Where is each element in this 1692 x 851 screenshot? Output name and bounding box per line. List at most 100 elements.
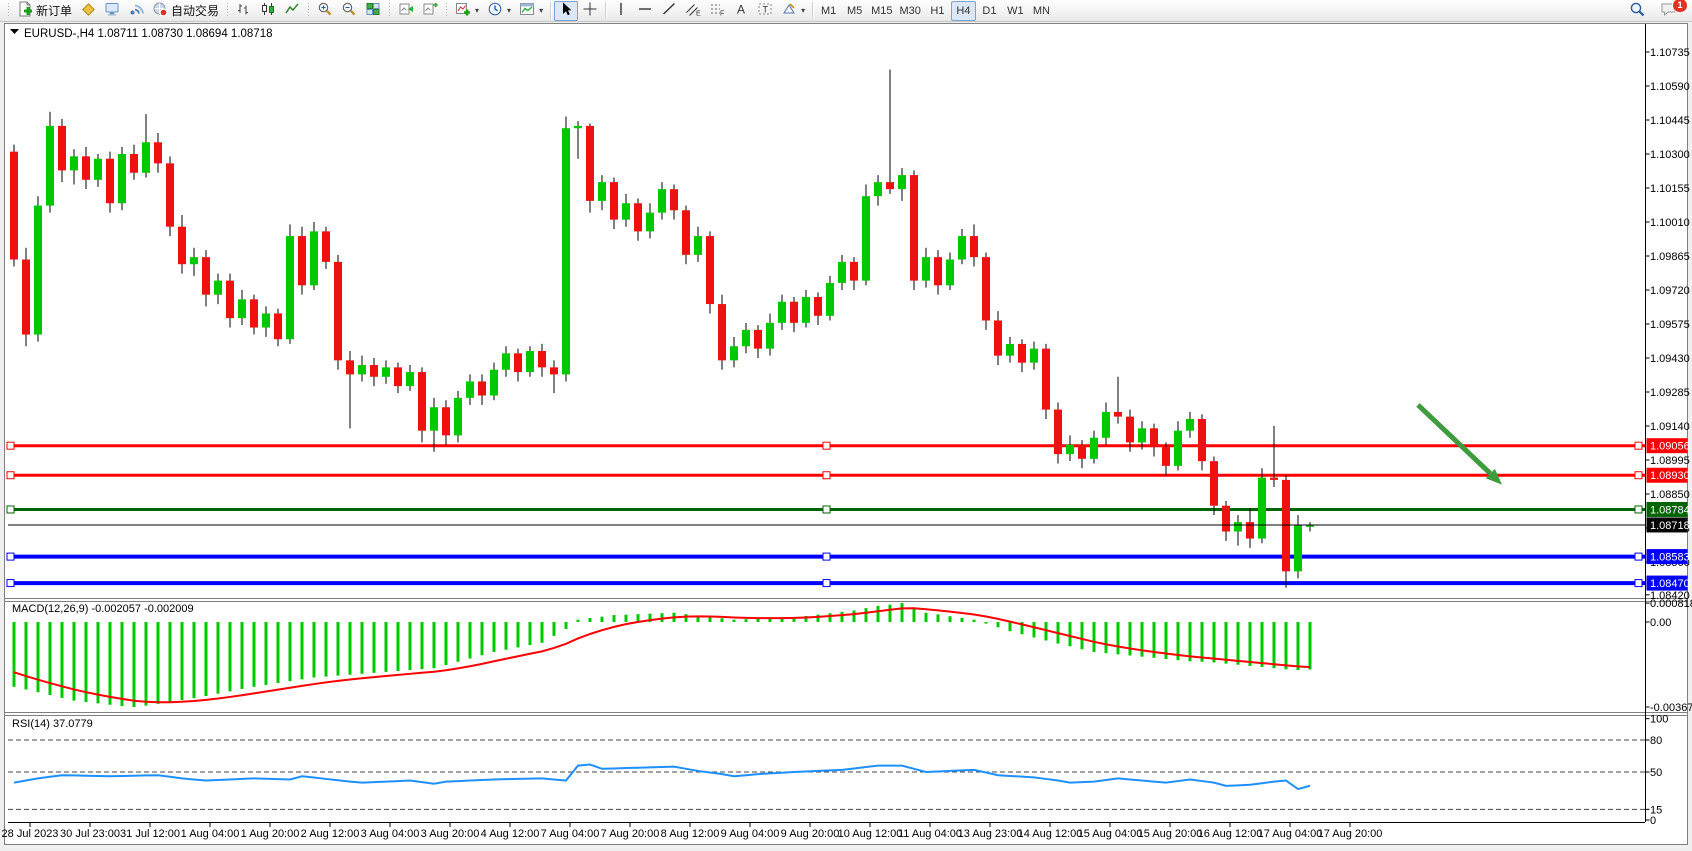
- line-handle[interactable]: [1635, 506, 1642, 513]
- candle-bull: [898, 175, 906, 189]
- time-tick-label: 31 Jul 12:00: [120, 828, 180, 840]
- templates-button[interactable]: ▾: [515, 1, 547, 21]
- indicators-button[interactable]: ▾: [451, 1, 483, 21]
- line-handle[interactable]: [1635, 580, 1642, 587]
- crosshair-icon: [582, 1, 598, 20]
- line-handle[interactable]: [1635, 472, 1642, 479]
- timeframe-mn-button[interactable]: MN: [1029, 1, 1054, 21]
- candle-bear: [226, 281, 234, 319]
- candle-bull: [310, 231, 318, 285]
- metaeditor-button[interactable]: [76, 1, 100, 21]
- line-chart-button[interactable]: [280, 1, 304, 21]
- price-level-box-label: 1.08784: [1650, 504, 1690, 516]
- timeframe-h1-button[interactable]: H1: [925, 1, 950, 21]
- horizontal-line-button[interactable]: [633, 1, 657, 21]
- rsi-label: RSI(14) 37.0779: [12, 718, 93, 730]
- chart-shift-icon: [422, 1, 438, 20]
- equidistant-channel-button[interactable]: E: [681, 1, 705, 21]
- time-tick-label: 15 Aug 20:00: [1138, 828, 1203, 840]
- candle-bear: [250, 299, 258, 327]
- new-order-button[interactable]: 新订单: [13, 1, 76, 21]
- candle-bull: [46, 126, 54, 206]
- time-tick-label: 28 Jul 2023: [2, 828, 59, 840]
- candle-bull: [598, 182, 606, 201]
- price-tick-label: 1.10010: [1650, 217, 1690, 229]
- line-handle[interactable]: [7, 472, 14, 479]
- svg-text:A: A: [737, 3, 745, 17]
- trendline-button[interactable]: [657, 1, 681, 21]
- candle-bull: [922, 257, 930, 280]
- candle-bear: [346, 360, 354, 374]
- zoom-in-button[interactable]: [313, 1, 337, 21]
- line-handle[interactable]: [1635, 442, 1642, 449]
- line-handle[interactable]: [7, 580, 14, 587]
- candle-bear: [202, 257, 210, 295]
- line-handle[interactable]: [7, 506, 14, 513]
- toolbar-grip: [389, 3, 390, 18]
- line-handle[interactable]: [1635, 553, 1642, 560]
- candle-bear: [970, 236, 978, 257]
- candle-bear: [154, 142, 162, 163]
- line-handle[interactable]: [7, 553, 14, 560]
- timeframe-m30-button[interactable]: M30: [897, 1, 924, 21]
- timeframe-h4-button[interactable]: H4: [951, 1, 976, 21]
- price-tick-label: 1.10300: [1650, 149, 1690, 161]
- market-button[interactable]: [100, 1, 124, 21]
- candle-bear: [1018, 344, 1026, 363]
- timeframe-m5-button[interactable]: M5: [842, 1, 867, 21]
- timeframe-m1-button[interactable]: M1: [816, 1, 841, 21]
- line-handle[interactable]: [7, 442, 14, 449]
- candle-bull: [946, 260, 954, 286]
- price-level-box-label: 1.08470: [1650, 578, 1690, 590]
- vertical-line-icon: [613, 1, 629, 20]
- line-handle[interactable]: [823, 472, 830, 479]
- toolbar-separator: [605, 2, 606, 19]
- macd-axis-label: -0.003677: [1650, 702, 1692, 714]
- candle-bear: [910, 175, 918, 281]
- autotrading-button[interactable]: 自动交易: [148, 1, 223, 21]
- bar-chart-button[interactable]: [232, 1, 256, 21]
- toolbar-separator: [812, 2, 813, 19]
- line-handle[interactable]: [823, 506, 830, 513]
- fibonacci-button[interactable]: F: [705, 1, 729, 21]
- macd-label: MACD(12,26,9) -0.002057 -0.002009: [12, 603, 194, 615]
- zoom-out-button[interactable]: [337, 1, 361, 21]
- text-button[interactable]: A: [729, 1, 753, 21]
- chart-canvas[interactable]: MACD(12,26,9) -0.002057 -0.0020090.00081…: [0, 22, 1692, 851]
- timeframe-m15-button[interactable]: M15: [868, 1, 895, 21]
- periods-icon: [487, 1, 503, 20]
- notifications-button[interactable]: 1: [1656, 1, 1682, 21]
- signals-button[interactable]: [124, 1, 148, 21]
- line-handle[interactable]: [823, 580, 830, 587]
- chevron-down-icon: ▾: [801, 6, 805, 15]
- candle-bear: [850, 262, 858, 281]
- candle-bear: [274, 313, 282, 339]
- chart-shift-button[interactable]: [418, 1, 442, 21]
- cursor-button[interactable]: [554, 1, 578, 21]
- candle-bull: [1294, 524, 1302, 571]
- timeframe-w1-button[interactable]: W1: [1003, 1, 1028, 21]
- timeframe-d1-button[interactable]: D1: [977, 1, 1002, 21]
- candlestick-chart-button[interactable]: [256, 1, 280, 21]
- auto-scroll-button[interactable]: [394, 1, 418, 21]
- tile-windows-button[interactable]: [361, 1, 385, 21]
- shapes-button[interactable]: ▾: [777, 1, 809, 21]
- crosshair-button[interactable]: [578, 1, 602, 21]
- candle-bull: [826, 283, 834, 316]
- time-tick-label: 13 Aug 23:00: [958, 828, 1023, 840]
- svg-text:F: F: [720, 11, 724, 18]
- candle-bull: [694, 236, 702, 255]
- line-handle[interactable]: [823, 553, 830, 560]
- line-handle[interactable]: [823, 442, 830, 449]
- time-tick-label: 9 Aug 20:00: [781, 828, 840, 840]
- search-button[interactable]: [1625, 1, 1650, 21]
- candle-bear: [478, 381, 486, 395]
- price-tick-label: 1.09140: [1650, 421, 1690, 433]
- text-label-button[interactable]: T: [753, 1, 777, 21]
- candle-bull: [466, 381, 474, 397]
- periods-button[interactable]: ▾: [483, 1, 515, 21]
- rsi-axis-label: 80: [1650, 735, 1662, 747]
- candle-bear: [418, 372, 426, 431]
- candle-bear: [394, 367, 402, 386]
- vertical-line-button[interactable]: [609, 1, 633, 21]
